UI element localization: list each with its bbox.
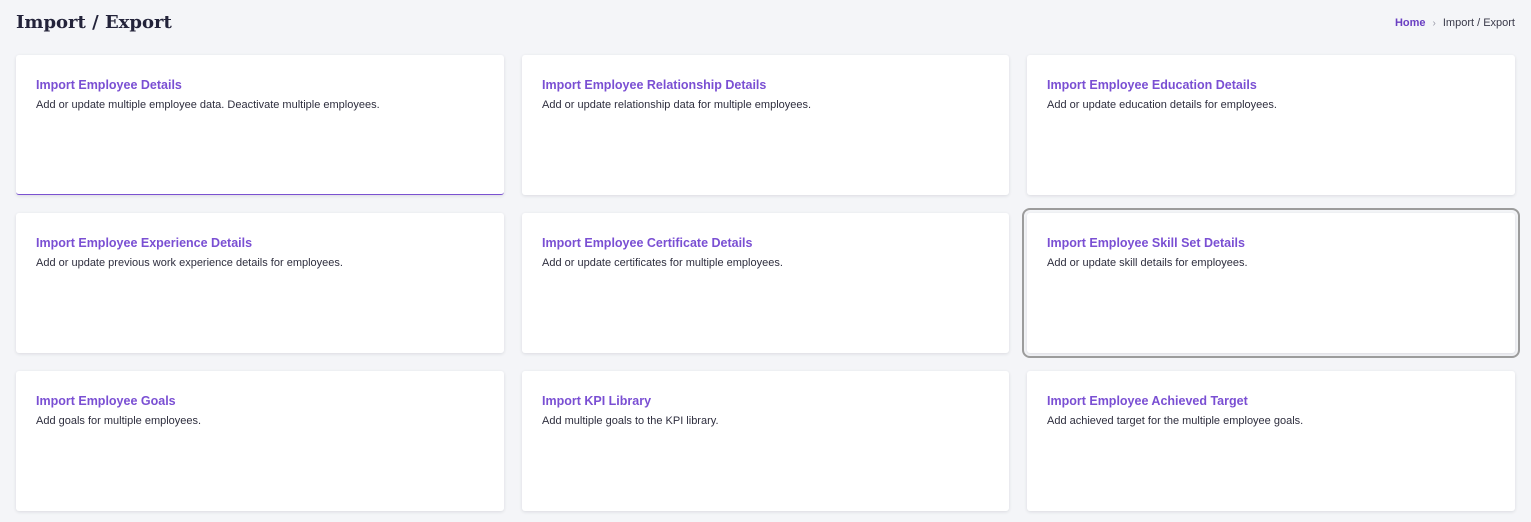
card-description: Add or update certificates for multiple …	[542, 257, 783, 269]
card-import-employee-goals[interactable]: Import Employee Goals Add goals for mult…	[16, 371, 504, 511]
card-title: Import Employee Certificate Details	[542, 236, 753, 250]
card-import-employee-education-details[interactable]: Import Employee Education Details Add or…	[1027, 55, 1515, 195]
card-title: Import Employee Goals	[36, 394, 176, 408]
card-title: Import Employee Relationship Details	[542, 78, 767, 92]
card-description: Add multiple goals to the KPI library.	[542, 415, 719, 427]
card-import-employee-skill-set-details[interactable]: Import Employee Skill Set Details Add or…	[1022, 208, 1520, 358]
card-import-employee-experience-details[interactable]: Import Employee Experience Details Add o…	[16, 213, 504, 353]
card-description: Add or update education details for empl…	[1047, 99, 1277, 111]
card-description: Add achieved target for the multiple emp…	[1047, 415, 1304, 427]
card-description: Add or update previous work experience d…	[36, 257, 343, 269]
card-import-kpi-library[interactable]: Import KPI Library Add multiple goals to…	[522, 371, 1009, 511]
card-description: Add or update multiple employee data. De…	[36, 99, 380, 111]
card-import-employee-relationship-details[interactable]: Import Employee Relationship Details Add…	[522, 55, 1009, 195]
card-import-employee-details[interactable]: Import Employee Details Add or update mu…	[16, 55, 504, 195]
card-import-employee-certificate-details[interactable]: Import Employee Certificate Details Add …	[522, 213, 1009, 353]
card-title: Import Employee Skill Set Details	[1047, 236, 1245, 250]
card-title: Import KPI Library	[542, 394, 652, 408]
card-import-employee-achieved-target[interactable]: Import Employee Achieved Target Add achi…	[1027, 371, 1515, 511]
breadcrumb: Home › Import / Export	[1395, 17, 1515, 29]
chevron-right-icon: ›	[1432, 17, 1436, 29]
card-description: Add or update skill details for employee…	[1047, 257, 1248, 269]
card-title: Import Employee Achieved Target	[1047, 394, 1248, 408]
page-title: Import / Export	[16, 11, 172, 33]
card-description: Add or update relationship data for mult…	[542, 99, 812, 111]
card-title: Import Employee Experience Details	[36, 236, 253, 250]
breadcrumb-home-link[interactable]: Home	[1395, 17, 1426, 29]
import-cards-grid: Import Employee Details Add or update mu…	[16, 55, 1520, 511]
card-title: Import Employee Education Details	[1047, 78, 1257, 92]
breadcrumb-current: Import / Export	[1442, 17, 1515, 29]
page-header: Import / Export Home › Import / Export	[16, 0, 1515, 46]
import-export-page: Import / Export Home › Import / Export I…	[0, 0, 1531, 522]
card-title: Import Employee Details	[36, 78, 182, 92]
card-description: Add goals for multiple employees.	[36, 415, 202, 427]
